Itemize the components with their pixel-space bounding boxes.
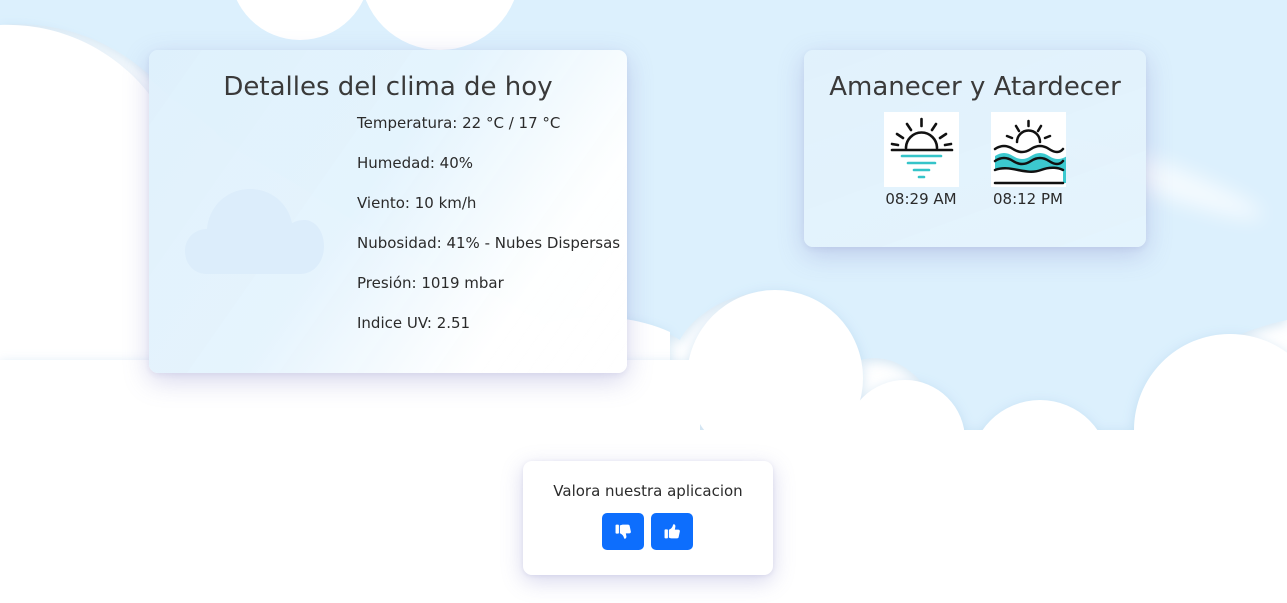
sunrise-sunset-card: Amanecer y Atardecer 08:29 AM 08:12 PM: [804, 50, 1146, 247]
dislike-button[interactable]: [602, 513, 644, 550]
weather-card-title: Detalles del clima de hoy: [223, 72, 553, 102]
rating-card: Valora nuestra aplicacion: [523, 461, 773, 575]
humidity-detail: Humedad: 40%: [357, 154, 474, 172]
like-button[interactable]: [651, 513, 693, 550]
cloudiness-detail: Nubosidad: 41% - Nubes Dispersas: [357, 234, 621, 252]
wind-detail: Viento: 10 km/h: [357, 194, 477, 212]
weather-details-card: Detalles del clima de hoy Temperatura: 2…: [149, 50, 627, 373]
sunrise-icon: [883, 112, 959, 187]
weather-details-list: Temperatura: 22 °C / 17 °C Humedad: 40% …: [357, 114, 620, 354]
thumbs-up-icon: [664, 524, 680, 539]
pressure-detail: Presión: 1019 mbar: [357, 274, 504, 292]
cloud-icon: [185, 189, 324, 274]
sunrise-time: 08:29 AM: [885, 190, 957, 208]
sunrise-item: 08:29 AM: [876, 112, 966, 208]
sunset-time: 08:12 PM: [993, 190, 1063, 208]
sunset-icon: [990, 112, 1066, 187]
sun-card-title: Amanecer y Atardecer: [829, 72, 1121, 102]
rating-title: Valora nuestra aplicacion: [553, 482, 743, 500]
sunset-item: 08:12 PM: [983, 112, 1073, 208]
thumbs-down-icon: [615, 524, 631, 539]
uv-index-detail: Indice UV: 2.51: [357, 314, 471, 332]
temperature-detail: Temperatura: 22 °C / 17 °C: [357, 114, 561, 132]
